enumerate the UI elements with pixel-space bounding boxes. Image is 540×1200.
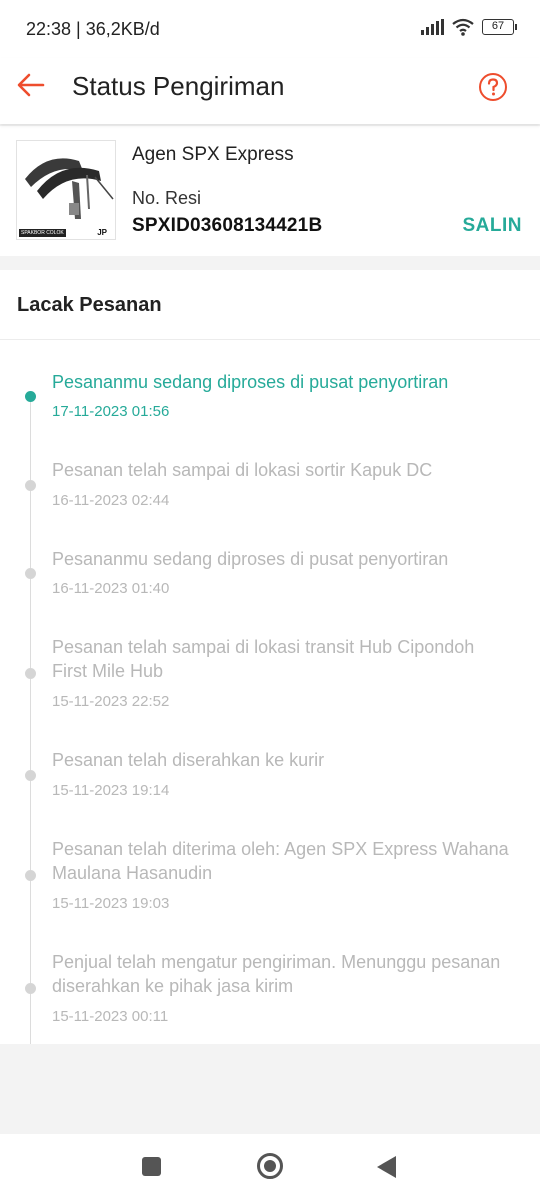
wifi-icon bbox=[452, 18, 474, 36]
arrow-left-icon[interactable] bbox=[16, 70, 46, 100]
timeline-dot bbox=[25, 391, 36, 402]
timeline-dot bbox=[25, 770, 36, 781]
timeline-dot bbox=[25, 870, 36, 881]
page-title: Status Pengiriman bbox=[72, 71, 285, 101]
app-bar: Status Pengiriman bbox=[0, 58, 540, 124]
event-time: 16-11-2023 02:44 bbox=[52, 492, 170, 509]
event-text: Pesanan telah sampai di lokasi sortir Ka… bbox=[52, 460, 433, 480]
resi-number: SPXID03608134421B bbox=[132, 215, 323, 236]
product-thumbnail[interactable]: SPAKBOR COLOK JP bbox=[16, 140, 116, 240]
event-time: 15-11-2023 19:14 bbox=[52, 782, 170, 799]
timeline-dot bbox=[25, 983, 36, 994]
status-time: 22:38 | 36,2KB/d bbox=[26, 19, 160, 39]
event-text: Penjual telah mengatur pengiriman. Menun… bbox=[52, 952, 501, 996]
timeline-dot bbox=[25, 568, 36, 579]
shipment-card: SPAKBOR COLOK JP Agen SPX Express No. Re… bbox=[0, 126, 540, 256]
courier-name: Agen SPX Express bbox=[132, 144, 294, 165]
fender-image-icon bbox=[25, 158, 114, 219]
event-time: 17-11-2023 01:56 bbox=[52, 403, 170, 420]
event-time: 16-11-2023 01:40 bbox=[52, 580, 170, 597]
event-time: 15-11-2023 00:11 bbox=[52, 1008, 169, 1025]
circle-home-icon[interactable] bbox=[257, 1153, 283, 1179]
resi-label: No. Resi bbox=[132, 188, 202, 208]
event-text: Pesananmu sedang diproses di pusat penyo… bbox=[52, 549, 449, 569]
thumbnail-mark: JP bbox=[97, 228, 107, 237]
tracking-timeline: Pesananmu sedang diproses di pusat penyo… bbox=[0, 340, 540, 1044]
question-circle-icon[interactable] bbox=[478, 72, 508, 102]
timeline-line bbox=[30, 396, 31, 1044]
event-time: 15-11-2023 22:52 bbox=[52, 693, 170, 710]
battery-icon: 67 bbox=[482, 19, 517, 35]
tracking-section: Lacak Pesanan Pesananmu sedang diproses … bbox=[0, 270, 540, 1044]
status-bar: 22:38 | 36,2KB/d 67 bbox=[0, 0, 540, 58]
timeline-dot bbox=[25, 480, 36, 491]
square-icon[interactable] bbox=[142, 1157, 161, 1176]
system-nav-bar bbox=[0, 1134, 540, 1200]
status-icons: 67 bbox=[421, 18, 517, 36]
event-time: 15-11-2023 19:03 bbox=[52, 895, 170, 912]
event-text: Pesanan telah diserahkan ke kurir bbox=[52, 750, 325, 770]
triangle-back-icon[interactable] bbox=[377, 1156, 396, 1178]
signal-icon bbox=[421, 19, 444, 35]
event-text: Pesananmu sedang diproses di pusat penyo… bbox=[52, 372, 449, 392]
tracking-header: Lacak Pesanan bbox=[0, 270, 540, 340]
thumbnail-label: SPAKBOR COLOK bbox=[19, 229, 66, 237]
event-text: Pesanan telah diterima oleh: Agen SPX Ex… bbox=[52, 839, 509, 883]
event-text: Pesanan telah sampai di lokasi transit H… bbox=[52, 637, 475, 681]
timeline-dot bbox=[25, 668, 36, 679]
copy-resi-button[interactable]: SALIN bbox=[463, 215, 523, 237]
